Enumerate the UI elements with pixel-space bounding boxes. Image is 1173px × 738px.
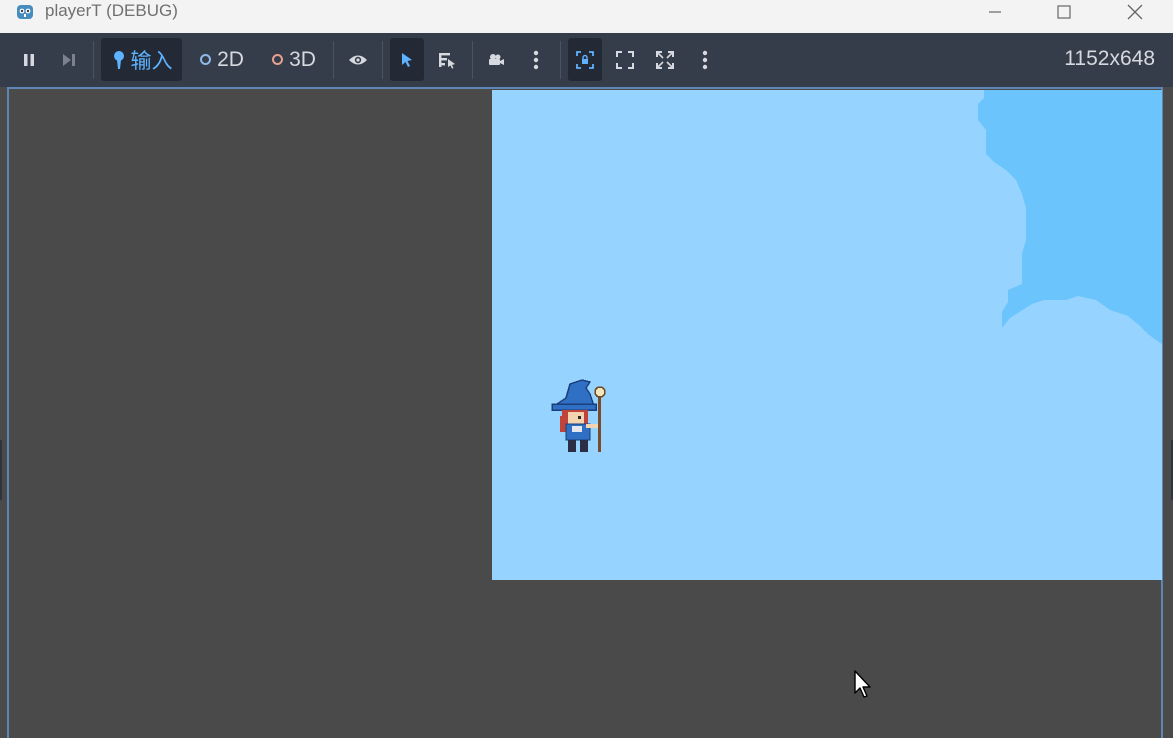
toolbar-separator xyxy=(93,41,94,79)
circle-icon xyxy=(200,54,212,65)
pointer-icon xyxy=(402,52,412,67)
window-title: playerT (DEBUG) xyxy=(45,1,178,20)
maximize-icon xyxy=(1057,5,1071,19)
expand-icon xyxy=(656,50,674,69)
mouse-cursor-icon xyxy=(854,670,871,698)
camera-icon xyxy=(489,53,504,65)
visibility-button[interactable] xyxy=(342,38,374,81)
window-titlebar[interactable]: playerT (DEBUG) xyxy=(0,0,1173,33)
lock-zoom-button[interactable] xyxy=(568,38,602,81)
select-mode-button[interactable] xyxy=(390,38,424,81)
input-toggle-button[interactable]: 输入 xyxy=(101,38,182,81)
toolbar-separator xyxy=(382,41,383,79)
mode-3d-label: 3D xyxy=(289,47,316,71)
fullscreen-button[interactable] xyxy=(608,38,642,81)
next-frame-button[interactable] xyxy=(54,38,84,81)
view-options-button[interactable] xyxy=(693,38,717,81)
eye-icon xyxy=(349,55,367,64)
sky-background xyxy=(492,90,1162,580)
list-select-icon xyxy=(439,52,455,69)
toolbar-separator xyxy=(472,41,473,79)
circle-icon xyxy=(272,54,284,65)
joystick-icon xyxy=(113,50,124,69)
input-label: 输入 xyxy=(130,49,173,73)
resolution-label: 1152x648 xyxy=(1064,47,1155,70)
toolbar-separator xyxy=(560,41,561,79)
camera-options-button[interactable] xyxy=(524,38,548,81)
wizard-character xyxy=(551,379,606,452)
background-window-edge xyxy=(0,440,2,500)
mode-2d-button[interactable]: 2D xyxy=(192,38,252,81)
fullscreen-icon xyxy=(616,50,634,69)
camera-button[interactable] xyxy=(480,38,512,81)
pause-button[interactable] xyxy=(14,38,44,81)
close-button[interactable] xyxy=(1112,0,1158,24)
next-frame-icon xyxy=(63,53,75,66)
kebab-menu-icon xyxy=(702,50,708,69)
toolbar-separator xyxy=(333,41,334,79)
maximize-button[interactable] xyxy=(1041,0,1087,24)
minimize-icon xyxy=(989,11,1001,13)
kebab-menu-icon xyxy=(533,50,539,69)
close-icon xyxy=(1127,4,1143,20)
list-select-button[interactable] xyxy=(430,38,464,81)
minimize-button[interactable] xyxy=(972,0,1018,24)
pause-icon xyxy=(24,53,34,66)
debug-toolbar: 输入 2D 3D 1152x648 xyxy=(0,33,1173,87)
zoom-lock-icon xyxy=(576,50,594,69)
mode-2d-label: 2D xyxy=(217,47,244,71)
reset-zoom-button[interactable] xyxy=(648,38,682,81)
godot-logo-icon xyxy=(17,5,33,19)
mode-3d-button[interactable]: 3D xyxy=(264,38,324,81)
game-canvas[interactable] xyxy=(492,90,1162,580)
